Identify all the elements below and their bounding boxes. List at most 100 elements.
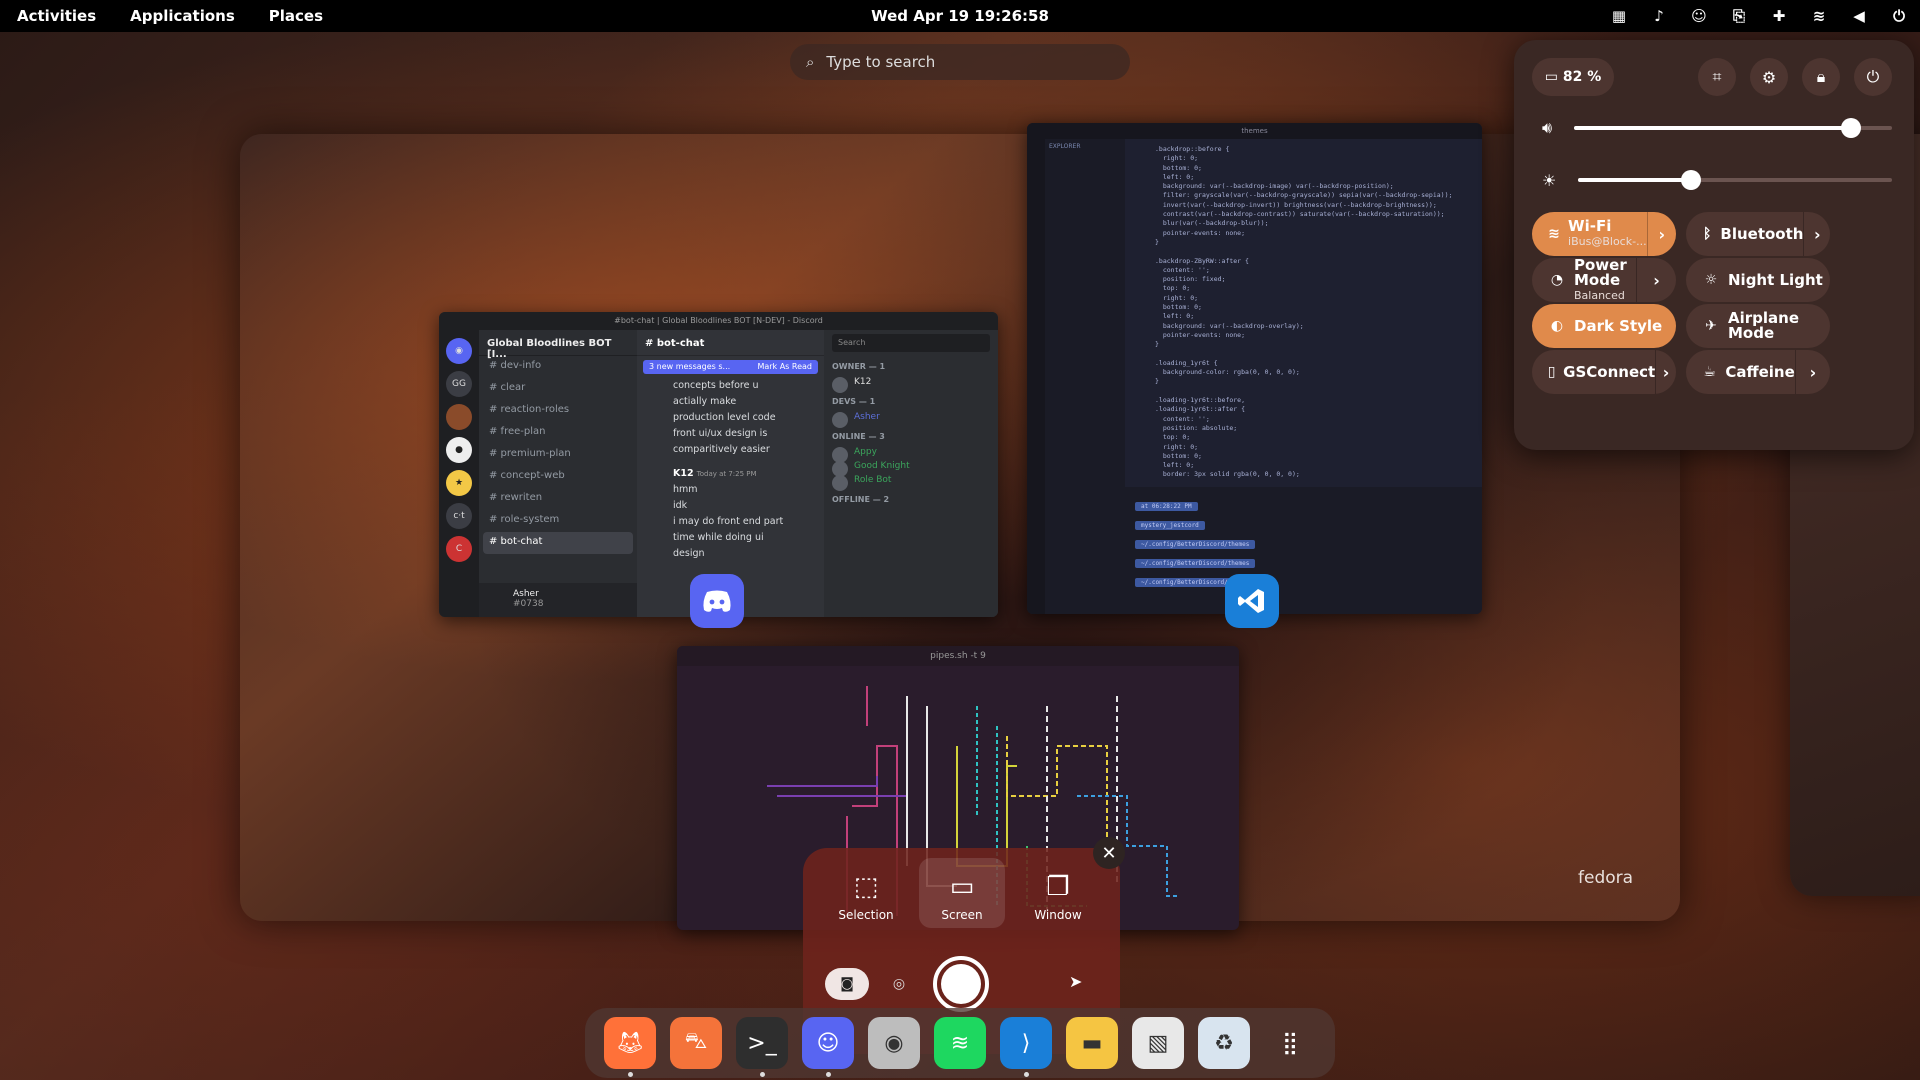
member-item[interactable]: K12 bbox=[832, 375, 990, 393]
server-icon[interactable]: c·t bbox=[446, 503, 472, 529]
tile-power-mode[interactable]: ◔ Power Mode Balanced › bbox=[1532, 258, 1676, 302]
channel-item[interactable]: # premium-plan bbox=[479, 444, 637, 466]
chevron-right-icon[interactable]: › bbox=[1636, 258, 1676, 302]
dock-terminal[interactable]: >_ bbox=[736, 1017, 788, 1077]
tile-gsconnect[interactable]: ▯ GSConnect › bbox=[1532, 350, 1676, 394]
close-screenshot-button[interactable]: ✕ bbox=[1093, 837, 1125, 869]
app-grid-icon: ⣿ bbox=[1281, 1030, 1299, 1056]
discord-user-panel[interactable]: Asher #0738 bbox=[479, 583, 637, 617]
channel-item[interactable]: # bot-chat bbox=[483, 532, 633, 554]
member-item[interactable]: Asher bbox=[832, 410, 990, 428]
channel-item[interactable]: # dev-info bbox=[479, 356, 637, 378]
server-icon[interactable]: ★ bbox=[446, 470, 472, 496]
channel-item[interactable]: # concept-web bbox=[479, 466, 637, 488]
dock-recycle-bin[interactable]: ♻ bbox=[1198, 1017, 1250, 1069]
server-icon[interactable]: C bbox=[446, 536, 472, 562]
tile-bluetooth[interactable]: ᛒ Bluetooth › bbox=[1686, 212, 1830, 256]
dock-files[interactable]: ▬ bbox=[1066, 1017, 1118, 1069]
member-item[interactable]: Appy bbox=[832, 445, 990, 463]
channel-item[interactable]: # free-plan bbox=[479, 422, 637, 444]
night-light-icon: ☼ bbox=[1704, 272, 1718, 288]
window-mode-button[interactable]: ❐ Window bbox=[1015, 858, 1101, 928]
music-icon[interactable]: ♪ bbox=[1650, 7, 1668, 25]
screen-mode-button[interactable]: ▭ Screen bbox=[919, 858, 1005, 928]
clipboard-icon[interactable]: ⎘ bbox=[1730, 7, 1748, 25]
workspace-icon[interactable]: ▦ bbox=[1610, 7, 1628, 25]
settings-button[interactable]: ⚙ bbox=[1750, 58, 1788, 96]
brightness-slider[interactable]: ☀ bbox=[1542, 170, 1892, 190]
selection-label: Selection bbox=[838, 908, 894, 922]
applications-menu[interactable]: Applications bbox=[113, 0, 252, 32]
screenshot-button[interactable]: ⌗ bbox=[1698, 58, 1736, 96]
search-input[interactable]: ⌕ Type to search bbox=[790, 44, 1130, 80]
battery-indicator[interactable]: ▭ 82 % bbox=[1532, 58, 1614, 96]
dock-firefox[interactable]: 🦊︎ bbox=[604, 1017, 656, 1077]
selection-mode-button[interactable]: ⬚ Selection bbox=[823, 858, 909, 928]
chevron-right-icon[interactable]: › bbox=[1794, 350, 1830, 394]
video-mode-toggle[interactable]: ◎ bbox=[883, 968, 915, 1000]
dock-discord[interactable]: ☺ bbox=[802, 1017, 854, 1077]
channel-item[interactable]: # reaction-roles bbox=[479, 400, 637, 422]
dock-app-grid[interactable]: ⣿ bbox=[1264, 1017, 1316, 1069]
window-label: Window bbox=[1034, 908, 1082, 922]
extensions-icon[interactable]: ✚ bbox=[1770, 7, 1788, 25]
tile-airplane-mode[interactable]: ✈ Airplane Mode bbox=[1686, 304, 1830, 348]
vscode-activity-bar[interactable] bbox=[1027, 139, 1045, 614]
dock-screenshot-tool[interactable]: ◉ bbox=[868, 1017, 920, 1069]
capture-button[interactable] bbox=[933, 956, 989, 1012]
dock-vscode[interactable]: ⟩ bbox=[1000, 1017, 1052, 1077]
places-menu[interactable]: Places bbox=[252, 0, 340, 32]
member-item[interactable]: Good Knight bbox=[832, 459, 990, 477]
tile-dark-style[interactable]: ◐ Dark Style bbox=[1532, 304, 1676, 348]
author-name[interactable]: K12 bbox=[673, 468, 694, 479]
new-messages-banner[interactable]: 3 new messages s... Mark As Read bbox=[643, 360, 818, 374]
terminal-line: ~/.config/BetterDiscord/themes bbox=[1135, 540, 1256, 549]
pointer-icon: ➤ bbox=[1069, 972, 1083, 991]
tile-night-light[interactable]: ☼ Night Light bbox=[1686, 258, 1830, 302]
server-icon[interactable]: GG bbox=[446, 371, 472, 397]
chevron-right-icon[interactable]: › bbox=[1646, 212, 1676, 256]
clock[interactable]: Wed Apr 19 19:26:58 bbox=[871, 0, 1049, 32]
vscode-editor[interactable]: .backdrop::before { right: 0; bottom: 0;… bbox=[1125, 139, 1482, 479]
vscode-explorer[interactable]: EXPLORER bbox=[1045, 139, 1125, 614]
power-button[interactable]: ⏻ bbox=[1854, 58, 1892, 96]
lock-button[interactable]: 🔒︎ bbox=[1802, 58, 1840, 96]
tile-caffeine[interactable]: ☕︎ Caffeine › bbox=[1686, 350, 1830, 394]
volume-icon: 🔊︎ bbox=[1542, 118, 1553, 137]
power-status-icon[interactable]: ⏻ bbox=[1890, 7, 1908, 25]
tile-wi-fi[interactable]: ≋ Wi-Fi iBus@Block-... › bbox=[1532, 212, 1676, 256]
screenshot-tool-icon: ◉ bbox=[884, 1030, 904, 1056]
discord-tray-icon[interactable]: ☺ bbox=[1690, 7, 1708, 25]
server-icon[interactable] bbox=[446, 404, 472, 430]
vscode-terminal[interactable]: at 06:28:22 PM mystery_jestcord ~/.config/… bbox=[1125, 487, 1482, 614]
wifi-status-icon[interactable]: ≋ bbox=[1810, 7, 1828, 25]
volume-slider[interactable]: 🔊︎ bbox=[1542, 118, 1892, 138]
guild-name[interactable]: Global Bloodlines BOT [I... bbox=[479, 330, 637, 360]
server-icon[interactable]: ● bbox=[446, 437, 472, 463]
channel-item[interactable]: # role-system bbox=[479, 510, 637, 532]
member-item[interactable]: Role Bot bbox=[832, 473, 990, 491]
chevron-right-icon[interactable]: › bbox=[1655, 350, 1676, 394]
tile-title: Bluetooth bbox=[1720, 224, 1804, 243]
photo-mode-toggle[interactable]: ◙ bbox=[825, 968, 869, 1000]
camera-icon: ◙ bbox=[840, 976, 854, 992]
show-pointer-toggle[interactable]: ➤ bbox=[1069, 972, 1082, 991]
system-tray[interactable]: ▦ ♪ ☺ ⎘ ✚ ≋ ◀ ⏻ bbox=[1610, 0, 1908, 32]
vscode-window[interactable]: themes EXPLORER .backdrop::before { righ… bbox=[1027, 123, 1482, 614]
volume-status-icon[interactable]: ◀ bbox=[1850, 7, 1868, 25]
mark-as-read-button[interactable]: Mark As Read bbox=[757, 360, 812, 374]
dock-spotify[interactable]: ≋ bbox=[934, 1017, 986, 1069]
channel-item[interactable]: # clear bbox=[479, 378, 637, 400]
dock-software[interactable]: ⛍ bbox=[670, 1017, 722, 1069]
dock-image-viewer[interactable]: ▧ bbox=[1132, 1017, 1184, 1069]
chevron-right-icon[interactable]: › bbox=[1803, 212, 1830, 256]
vscode-titlebar: themes bbox=[1027, 123, 1482, 139]
gsconnect-icon: ▯ bbox=[1547, 364, 1556, 380]
channel-item[interactable]: # rewriten bbox=[479, 488, 637, 510]
activities-button[interactable]: Activities bbox=[0, 0, 113, 32]
discord-window[interactable]: #bot-chat | Global Bloodlines BOT [N-DEV… bbox=[439, 312, 998, 617]
discord-search-input[interactable]: Search bbox=[832, 334, 990, 352]
volume-knob[interactable] bbox=[1840, 118, 1861, 138]
brightness-knob[interactable] bbox=[1681, 170, 1702, 190]
discord-home-icon[interactable]: ◉ bbox=[446, 338, 472, 364]
